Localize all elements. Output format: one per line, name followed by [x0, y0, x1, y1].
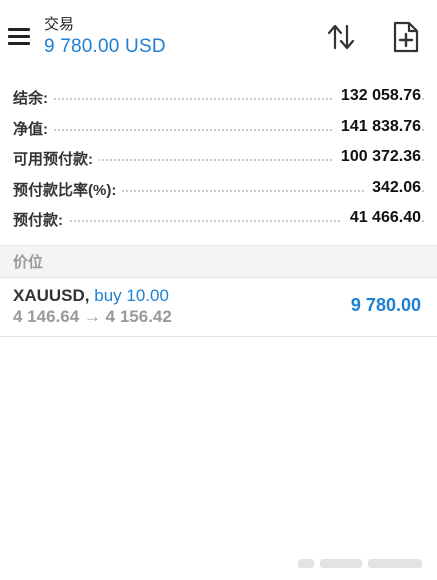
section-title: 价位	[13, 254, 44, 271]
summary-label: 预付款:	[13, 209, 69, 230]
summary-label: 结余:	[13, 87, 54, 108]
summary-label: 净值:	[13, 117, 54, 139]
summary-label: 可用预付款:	[13, 148, 99, 169]
summary-value: 41 466.40	[341, 209, 421, 227]
top-bar: 交易 9 780.00 USD	[0, 0, 437, 76]
new-order-icon[interactable]	[391, 20, 421, 54]
open-price: 4 146.64	[13, 307, 80, 326]
summary-row-margin-level: 预付款比率(%): 342.06	[0, 174, 437, 205]
position-prices: 4 146.64 → 4 156.42	[13, 307, 172, 327]
summary-value: 342.06	[364, 178, 421, 197]
account-profit: 9 780.00 USD	[44, 36, 166, 57]
position-header: XAUUSD, buy 10.00	[13, 286, 169, 306]
page-title: 交易	[44, 16, 75, 33]
sort-icon[interactable]	[326, 22, 356, 52]
menu-icon[interactable]	[8, 26, 32, 46]
position-type: buy 10.00	[94, 286, 169, 305]
positions-section-header: 价位	[0, 245, 437, 278]
arrow-right-icon: →	[83, 307, 101, 326]
watermark-logo	[298, 556, 423, 573]
summary-row-equity: 净值: 141 838.76	[0, 113, 437, 144]
position-profit: 9 780.00	[350, 295, 421, 315]
summary-row-margin: 预付款: 41 466.40	[0, 204, 437, 235]
summary-label: 预付款比率(%):	[13, 178, 123, 200]
current-price: 4 156.42	[105, 307, 172, 326]
summary-value: 132 058.76	[332, 87, 421, 105]
account-summary: 结余: 132 058.76 净值: 141 838.76 可用预付款: 100…	[0, 82, 437, 235]
summary-row-free-margin: 可用预付款: 100 372.36	[0, 143, 437, 174]
summary-row-balance: 结余: 132 058.76	[0, 82, 437, 113]
position-symbol: XAUUSD,	[13, 286, 90, 305]
position-row[interactable]: XAUUSD, buy 10.00 4 146.64 → 4 156.42 9 …	[0, 277, 437, 337]
summary-value: 100 372.36	[332, 148, 421, 166]
summary-value: 141 838.76	[332, 117, 421, 136]
